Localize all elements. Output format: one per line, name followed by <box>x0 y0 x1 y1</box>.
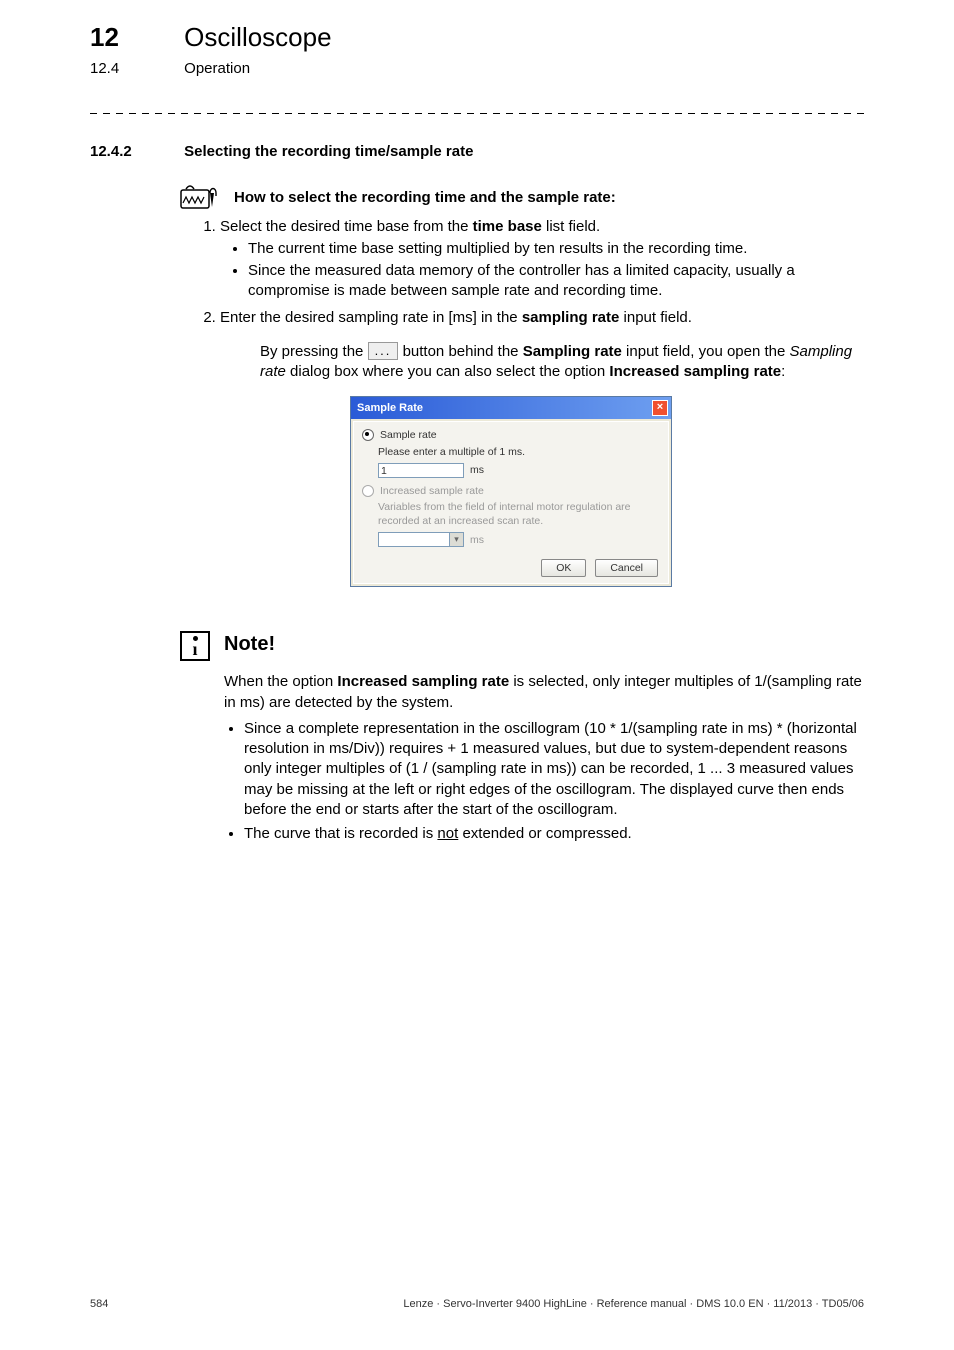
footer-info: Lenze · Servo-Inverter 9400 HighLine · R… <box>403 1297 864 1312</box>
option-sample-rate-label: Sample rate <box>380 428 437 442</box>
para-text-c: input field, you open the <box>622 343 790 360</box>
chapter-title: Oscilloscope <box>184 20 331 55</box>
note-block: ı Note! When the option Increased sampli… <box>180 631 864 848</box>
sample-rate-dialog: Sample Rate × Sample rate Please enter a… <box>350 396 672 587</box>
para-bold-2: Increased sampling rate <box>609 363 781 380</box>
section-title: Selecting the recording time/sample rate <box>184 142 473 162</box>
step-1-text-b: list field. <box>542 218 600 235</box>
option-sample-rate-desc: Please enter a multiple of 1 ms. <box>378 445 660 459</box>
radio-sample-rate[interactable] <box>362 429 374 441</box>
step-2-bold: sampling rate <box>522 309 620 326</box>
unit-label-ms-1: ms <box>470 463 484 477</box>
section-heading: 12.4.2 Selecting the recording time/samp… <box>90 142 864 162</box>
note-list: Since a complete representation in the o… <box>224 719 864 845</box>
chapter-number: 12 <box>90 20 180 55</box>
para-text-b: button behind the <box>398 343 522 360</box>
note-li2-b: extended or compressed. <box>458 825 631 842</box>
close-icon[interactable]: × <box>652 400 668 416</box>
sample-rate-input[interactable]: 1 <box>378 463 464 478</box>
dialog-title: Sample Rate <box>357 401 423 416</box>
step-1-text-a: Select the desired time base from the <box>220 218 473 235</box>
steps-list: Select the desired time base from the ti… <box>180 217 864 588</box>
note-li2-a: The curve that is recorded is <box>244 825 437 842</box>
section-number: 12.4.2 <box>90 142 180 162</box>
step-2-paragraph: By pressing the ... button behind the Sa… <box>260 342 864 383</box>
ok-button[interactable]: OK <box>541 559 586 577</box>
oscilloscope-pointer-icon <box>180 183 224 209</box>
subchapter-title: Operation <box>184 59 250 79</box>
info-icon: ı <box>180 631 210 661</box>
step-2-text-b: input field. <box>619 309 692 326</box>
step-1-sub-1: The current time base setting multiplied… <box>248 239 864 259</box>
option-increased-sample-rate-desc: Variables from the field of internal mot… <box>378 500 660 528</box>
howto-text: How to select the recording time and the… <box>234 188 616 208</box>
para-bold-1: Sampling rate <box>523 343 622 360</box>
unit-label-ms-2: ms <box>470 533 484 547</box>
note-list-item-2: The curve that is recorded is not extend… <box>244 824 864 844</box>
cancel-button[interactable]: Cancel <box>595 559 658 577</box>
howto-heading: How to select the recording time and the… <box>180 183 864 209</box>
option-sample-rate[interactable]: Sample rate <box>362 428 660 442</box>
para-text-a: By pressing the <box>260 343 368 360</box>
page-header: 12 Oscilloscope 12.4 Operation <box>90 20 864 79</box>
note-title: Note! <box>224 631 864 658</box>
note-p-bold: Increased sampling rate <box>337 673 509 690</box>
step-1-sublist: The current time base setting multiplied… <box>220 239 864 302</box>
page-footer: 584 Lenze · Servo-Inverter 9400 HighLine… <box>90 1297 864 1312</box>
chevron-down-icon: ▾ <box>449 533 463 546</box>
note-li2-underlined: not <box>437 825 458 842</box>
step-2: Enter the desired sampling rate in [ms] … <box>220 308 864 588</box>
increased-rate-combo: ▾ <box>378 532 464 547</box>
note-p-text-a: When the option <box>224 673 337 690</box>
option-increased-sample-rate[interactable]: Increased sample rate <box>362 484 660 498</box>
step-1: Select the desired time base from the ti… <box>220 217 864 302</box>
step-1-bold: time base <box>473 218 542 235</box>
ellipsis-button-inline: ... <box>368 342 399 360</box>
step-2-text-a: Enter the desired sampling rate in [ms] … <box>220 309 522 326</box>
dialog-titlebar[interactable]: Sample Rate × <box>351 397 671 419</box>
subchapter-number: 12.4 <box>90 59 180 79</box>
note-list-item-1: Since a complete representation in the o… <box>244 719 864 820</box>
separator-rule <box>90 113 864 114</box>
note-paragraph: When the option Increased sampling rate … <box>224 672 864 713</box>
para-text-d: dialog box where you can also select the… <box>286 363 610 380</box>
step-1-sub-2: Since the measured data memory of the co… <box>248 261 864 302</box>
page-number: 584 <box>90 1297 108 1312</box>
radio-increased-sample-rate[interactable] <box>362 485 374 497</box>
para-text-e: : <box>781 363 785 380</box>
option-increased-sample-rate-label: Increased sample rate <box>380 484 484 498</box>
